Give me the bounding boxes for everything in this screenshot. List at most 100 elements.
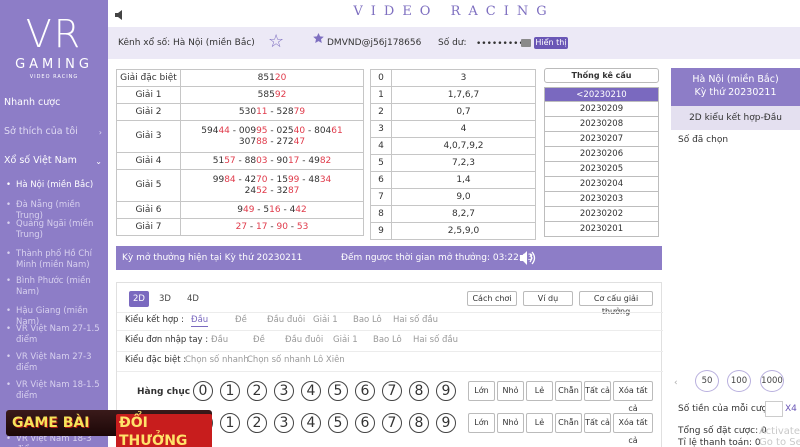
show-balance-button[interactable]: Hiển thị [534,37,568,49]
sidebar-item-quick-bet[interactable]: Nhanh cược [0,97,108,109]
number-ball[interactable]: 2 [247,413,267,433]
period-item[interactable]: 20230205 [544,162,659,177]
digit-values: 3 [391,69,536,87]
dropdown-icon[interactable] [521,39,531,47]
mode-4d[interactable]: 4D [183,291,203,307]
single-option[interactable]: Đầu [211,335,228,346]
quick-select-button[interactable]: Tất cả [584,413,611,433]
sidebar-subitem[interactable]: • VR Việt Nam 18-1.5 điểm [6,380,106,402]
period-item[interactable]: 20230203 [544,192,659,207]
number-ball[interactable]: 0 [193,381,213,401]
quick-select-button[interactable]: Chẵn [555,413,582,433]
quick-select-button[interactable]: Lẻ [526,413,553,433]
number-ball[interactable]: 2 [247,381,267,401]
sidebar-label: Đà Nẵng (miền Trung) [16,200,81,221]
how-to-play-button[interactable]: Cách chơi [467,291,517,306]
quick-select-button[interactable]: Nhỏ [497,413,524,433]
bet-amount-1000[interactable]: 1000 [760,370,784,392]
sidebar-subitem[interactable]: • VR Việt Nam 27-1.5 điểm [6,324,106,346]
number-ball[interactable]: 7 [382,381,402,401]
sidebar-subitem[interactable]: • VR Việt Nam 27-3 điểm [6,352,106,374]
prize-segment: 79 [293,106,306,117]
quick-select-button[interactable]: Lớn [468,381,495,401]
single-option[interactable]: Hai số đầu [413,335,458,346]
prize-segment: - 025 [267,125,294,136]
period-item[interactable]: 20230207 [544,132,659,147]
quick-select-button[interactable]: Nhỏ [497,381,524,401]
number-ball[interactable]: 9 [436,413,456,433]
quick-select-button[interactable]: Chẵn [555,381,582,401]
number-ball[interactable]: 8 [409,381,429,401]
combo-option[interactable]: Đầu [191,315,209,327]
sidebar-subitem[interactable]: • Quảng Ngãi (miền Trung) [6,219,106,241]
per-bet-input[interactable] [765,401,783,417]
app-root: VR GAMING VIDEO RACING Nhanh cược Sở thí… [0,0,800,447]
period-item[interactable]: 20230209 [544,102,659,117]
single-option[interactable]: Đề [253,335,265,346]
special-option[interactable]: Chọn số nhanh Lô Xiên [247,355,345,366]
number-ball[interactable]: 5 [328,413,348,433]
special-option[interactable]: Chọn số nhanh [185,355,249,366]
sidebar-subitem[interactable]: • Hà Nội (miền Bắc) [6,180,106,191]
prize-numbers: 53011 - 52879 [180,103,364,121]
period-item[interactable]: 20230204 [544,177,659,192]
combo-option[interactable]: Đề [235,315,247,326]
number-ball[interactable]: 3 [274,381,294,401]
number-ball[interactable]: 4 [301,381,321,401]
period-number: Kỳ thứ 20230211 [694,87,777,98]
combo-option[interactable]: Bao Lô [353,315,382,326]
sidebar-item-favorites[interactable]: Sở thích của tôi › [0,126,108,138]
number-ball[interactable]: 6 [355,381,375,401]
favorite-star-icon[interactable]: ☆ [268,33,284,51]
prize-segment: 70 [256,174,268,185]
number-ball[interactable]: 4 [301,413,321,433]
sidebar-subitem[interactable]: • Thành phố Hồ Chí Minh (miền Nam) [6,249,106,271]
quick-select-button[interactable]: Lớn [468,413,495,433]
single-option[interactable]: Bao Lô [373,335,402,346]
single-option[interactable]: Đầu đuôi [285,335,323,346]
prize-segment: - 272 [267,136,294,147]
promo-banner[interactable]: GAME BÀI ĐỔI THƯỞNG [6,410,212,447]
period-item[interactable]: 20230201 [544,222,659,237]
combo-option[interactable]: Giải 1 [313,315,338,326]
divider [117,312,663,313]
stats-button[interactable]: Thống kê cầu [544,68,659,83]
example-button[interactable]: Ví dụ [523,291,573,306]
prize-structure-button[interactable]: Cơ cấu giải thưởng [579,291,653,316]
prize-name: Giải 1 [116,86,181,104]
period-item[interactable]: <20230210 [544,87,659,102]
bet-amount-50[interactable]: 50 [695,370,719,392]
combo-option[interactable]: Hai số đầu [393,315,438,326]
sidebar-item-vietnam-lottery[interactable]: Xổ số Việt Nam ⌄ [0,155,108,167]
sound-icon[interactable] [520,251,536,265]
account-name: DMVND@j56j178656 [327,38,422,48]
quick-select-button[interactable]: Tất cả [584,381,611,401]
quick-select-button[interactable]: Xóa tất cả [613,381,653,413]
quick-select-button[interactable]: Xóa tất cả [613,413,653,445]
region-name: Hà Nội (miền Bắc) [692,74,779,85]
sidebar-subitem[interactable]: • Bình Phước (miền Nam) [6,276,106,298]
combo-option[interactable]: Đầu đuôi [267,315,305,326]
number-ball[interactable]: 9 [436,381,456,401]
single-option[interactable]: Giải 1 [333,335,358,346]
prize-segment: 17 [256,221,268,232]
single-label: Kiểu đơn nhập tay : [125,335,209,345]
mode-2d[interactable]: 2D [129,291,149,307]
period-item[interactable]: 20230206 [544,147,659,162]
period-item[interactable]: 20230202 [544,207,659,222]
number-ball[interactable]: 3 [274,413,294,433]
number-ball[interactable]: 1 [220,381,240,401]
prize-line: 27 - 17 - 90 - 53 [181,222,363,233]
mode-3d[interactable]: 3D [155,291,175,307]
number-ball[interactable]: 7 [382,413,402,433]
bet-amount-100[interactable]: 100 [727,370,751,392]
number-ball[interactable]: 6 [355,413,375,433]
number-ball[interactable]: 1 [220,413,240,433]
number-ball[interactable]: 8 [409,413,429,433]
digit: 6 [370,171,392,189]
number-ball[interactable]: 5 [328,381,348,401]
period-item[interactable]: 20230208 [544,117,659,132]
bet-type-tab[interactable]: 2D kiểu kết hợp-Đầu [671,106,800,130]
chevron-left-icon[interactable]: ‹ [674,378,678,389]
quick-select-button[interactable]: Lẻ [526,381,553,401]
